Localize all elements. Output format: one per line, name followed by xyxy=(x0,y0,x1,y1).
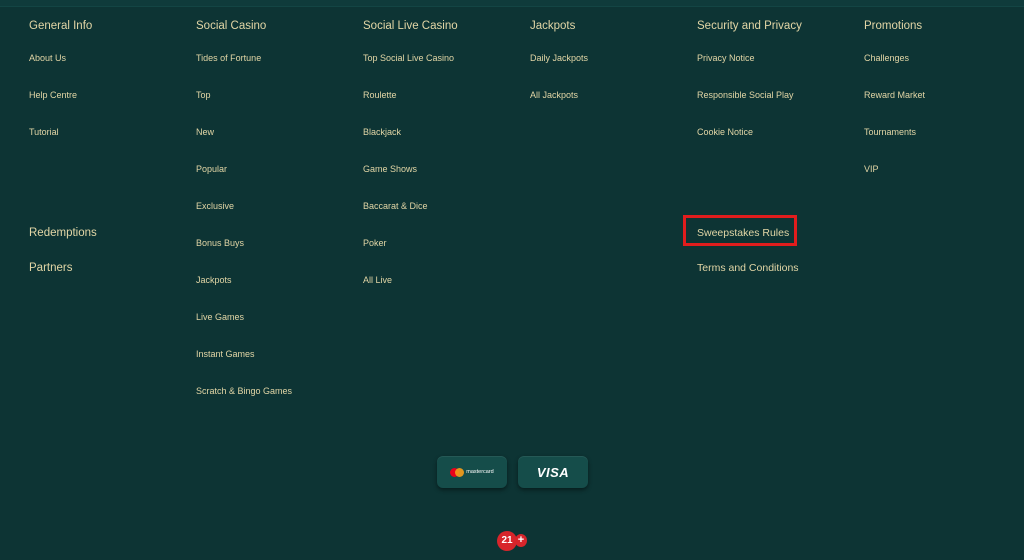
footer-link-tides-of-fortune[interactable]: Tides of Fortune xyxy=(196,52,261,64)
footer-link-top[interactable]: Top xyxy=(196,89,211,101)
mastercard-logo: mastercard xyxy=(450,467,494,477)
footer-link-daily-jackpots[interactable]: Daily Jackpots xyxy=(530,52,588,64)
column-heading-general-info: General Info xyxy=(29,20,93,32)
footer-link-game-shows[interactable]: Game Shows xyxy=(363,163,417,175)
age-restriction-badge: + 21 xyxy=(497,531,529,551)
footer-link-top-social-live-casino[interactable]: Top Social Live Casino xyxy=(363,52,454,64)
footer-link-partners[interactable]: Partners xyxy=(29,260,72,276)
column-heading-security-privacy: Security and Privacy xyxy=(697,20,802,32)
footer-link-live-games[interactable]: Live Games xyxy=(196,311,244,323)
footer-link-all-live[interactable]: All Live xyxy=(363,274,392,286)
footer-link-about-us[interactable]: About Us xyxy=(29,52,66,64)
footer-link-poker[interactable]: Poker xyxy=(363,237,387,249)
footer-link-bonus-buys[interactable]: Bonus Buys xyxy=(196,237,244,249)
footer-link-tournaments[interactable]: Tournaments xyxy=(864,126,916,138)
footer-link-terms-and-conditions[interactable]: Terms and Conditions xyxy=(697,260,799,276)
footer-link-redemptions[interactable]: Redemptions xyxy=(29,225,97,241)
footer-link-scratch-bingo-games[interactable]: Scratch & Bingo Games xyxy=(196,385,292,397)
footer-link-all-jackpots[interactable]: All Jackpots xyxy=(530,89,578,101)
footer-link-instant-games[interactable]: Instant Games xyxy=(196,348,255,360)
footer-link-challenges[interactable]: Challenges xyxy=(864,52,909,64)
column-heading-jackpots: Jackpots xyxy=(530,20,576,32)
footer-link-reward-market[interactable]: Reward Market xyxy=(864,89,925,101)
age-number: 21 xyxy=(497,531,517,551)
payment-methods: mastercard VISA xyxy=(437,456,589,490)
footer-link-vip[interactable]: VIP xyxy=(864,163,879,175)
mastercard-label: mastercard xyxy=(466,469,494,475)
column-heading-social-live-casino: Social Live Casino xyxy=(363,20,458,32)
footer-link-exclusive[interactable]: Exclusive xyxy=(196,200,234,212)
footer-link-popular[interactable]: Popular xyxy=(196,163,227,175)
footer-link-responsible-social-play[interactable]: Responsible Social Play xyxy=(697,89,794,101)
footer-link-new[interactable]: New xyxy=(196,126,214,138)
site-footer: General Info About Us Help Centre Tutori… xyxy=(0,0,1024,560)
footer-link-sweepstakes-rules[interactable]: Sweepstakes Rules xyxy=(697,225,789,241)
footer-link-help-centre[interactable]: Help Centre xyxy=(29,89,77,101)
visa-label: VISA xyxy=(536,464,570,480)
footer-link-jackpots-casino[interactable]: Jackpots xyxy=(196,274,232,286)
footer-link-baccarat-dice[interactable]: Baccarat & Dice xyxy=(363,200,428,212)
mastercard-icon xyxy=(450,467,465,477)
mastercard-badge: mastercard xyxy=(437,456,507,488)
footer-link-tutorial[interactable]: Tutorial xyxy=(29,126,59,138)
visa-badge: VISA xyxy=(518,456,588,488)
footer-link-privacy-notice[interactable]: Privacy Notice xyxy=(697,52,755,64)
footer-link-blackjack[interactable]: Blackjack xyxy=(363,126,401,138)
footer-link-cookie-notice[interactable]: Cookie Notice xyxy=(697,126,753,138)
column-heading-social-casino: Social Casino xyxy=(196,20,267,32)
footer-link-roulette[interactable]: Roulette xyxy=(363,89,397,101)
column-heading-promotions: Promotions xyxy=(864,20,923,32)
